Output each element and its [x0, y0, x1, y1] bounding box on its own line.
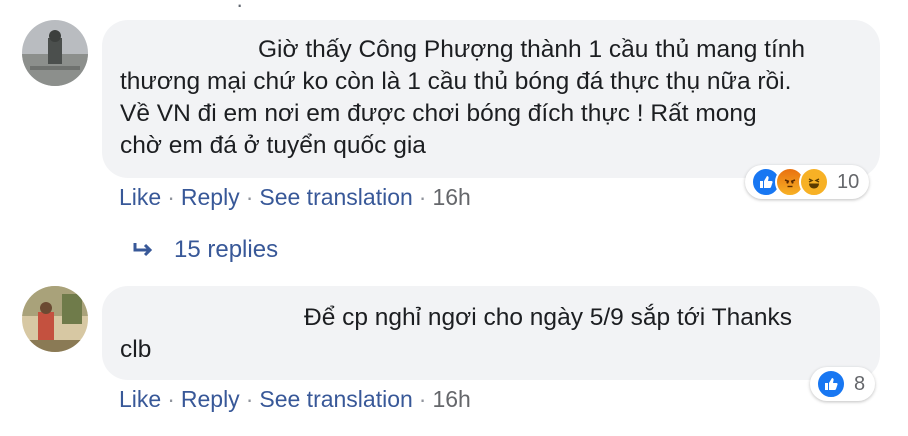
reply-link[interactable]: Reply [181, 184, 240, 210]
see-translation-link[interactable]: See translation [259, 184, 412, 210]
reaction-count: 10 [837, 170, 860, 193]
avatar[interactable] [22, 20, 88, 86]
timestamp[interactable]: 16h [432, 184, 470, 210]
comment-text: Để cp nghỉ ngơi cho ngày 5/9 sắp tới Tha… [120, 304, 792, 363]
timestamp[interactable]: 16h [432, 386, 470, 412]
reply-link[interactable]: Reply [181, 386, 240, 412]
haha-icon [799, 167, 829, 197]
reaction-summary[interactable]: 8 [810, 367, 876, 401]
like-icon [816, 369, 846, 399]
like-link[interactable]: Like [119, 386, 161, 412]
avatar-photo [22, 20, 88, 86]
reaction-summary[interactable]: 10 [745, 165, 870, 199]
see-translation-link[interactable]: See translation [259, 386, 412, 412]
avatar-photo [22, 286, 88, 352]
previous-comment-actions-fragment: · [236, 0, 244, 17]
separator: · [167, 386, 175, 412]
avatar[interactable] [22, 286, 88, 352]
separator: · [418, 184, 427, 210]
comment-actions: Like · Reply · See translation · 16h [119, 386, 471, 413]
separator: · [167, 184, 175, 210]
view-replies-link[interactable]: 15 replies [132, 236, 278, 264]
comment-text: Giờ thấy Công Phượng thành 1 cầu thủ man… [120, 36, 806, 159]
reply-arrow-icon [133, 243, 153, 257]
separator: · [245, 184, 254, 210]
separator: · [418, 386, 427, 412]
replies-count-label: 15 replies [174, 236, 279, 263]
like-link[interactable]: Like [119, 184, 161, 210]
comment-actions: Like · Reply · See translation · 16h [119, 184, 471, 211]
reaction-count: 8 [854, 372, 866, 395]
separator: · [245, 386, 254, 412]
